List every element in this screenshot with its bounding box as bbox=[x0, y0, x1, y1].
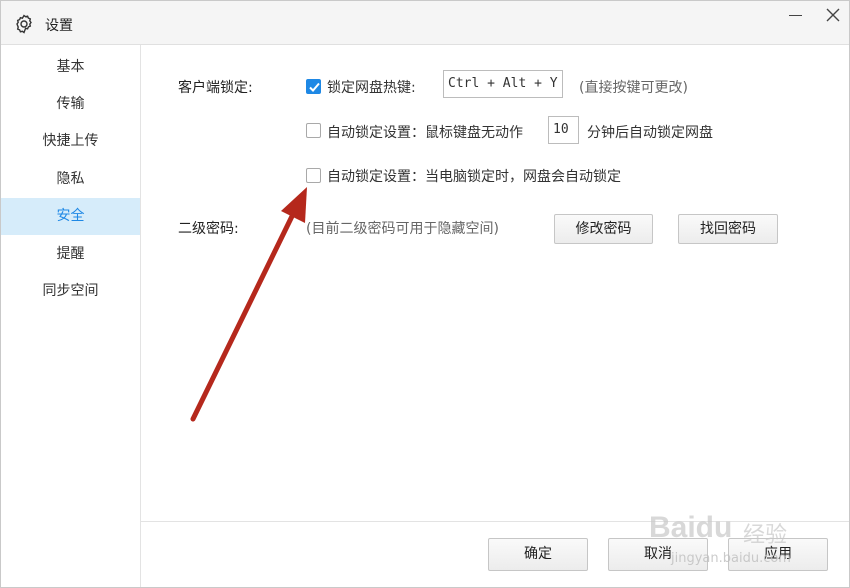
secondary-password-label: 二级密码: bbox=[178, 221, 239, 237]
recover-password-button[interactable]: 找回密码 bbox=[678, 214, 778, 244]
hotkey-label: 锁定网盘热键: bbox=[327, 80, 416, 96]
idle-lock-suffix: 分钟后自动锁定网盘 bbox=[587, 125, 713, 141]
apply-button[interactable]: 应用 bbox=[728, 538, 828, 571]
idle-minutes-input[interactable]: 10 bbox=[548, 116, 579, 144]
hotkey-hint: (直接按键可更改) bbox=[579, 80, 688, 96]
hotkey-input[interactable]: Ctrl + Alt + Y bbox=[443, 70, 563, 98]
gear-icon bbox=[14, 14, 34, 34]
close-icon[interactable] bbox=[821, 5, 845, 27]
idle-lock-prefix: 自动锁定设置：鼠标键盘无动作 bbox=[327, 125, 523, 141]
minimize-button[interactable] bbox=[783, 5, 807, 27]
cancel-button[interactable]: 取消 bbox=[608, 538, 708, 571]
sidebar-item-sync-space[interactable]: 同步空间 bbox=[1, 273, 140, 310]
secondary-password-note: (目前二级密码可用于隐藏空间) bbox=[306, 221, 499, 237]
settings-window: 设置 基本 传输 快捷上传 隐私 安全 提醒 同步空间 客户端锁定: 锁定网盘热… bbox=[0, 0, 850, 588]
sidebar-item-quick-upload[interactable]: 快捷上传 bbox=[1, 123, 140, 160]
client-lock-label: 客户端锁定: bbox=[178, 80, 253, 96]
sidebar: 基本 传输 快捷上传 隐私 安全 提醒 同步空间 bbox=[1, 45, 141, 587]
idle-lock-checkbox[interactable] bbox=[306, 123, 321, 138]
window-title: 设置 bbox=[45, 18, 73, 34]
sidebar-item-reminder[interactable]: 提醒 bbox=[1, 236, 140, 273]
ok-button[interactable]: 确定 bbox=[488, 538, 588, 571]
sidebar-item-basic[interactable]: 基本 bbox=[1, 49, 140, 86]
sidebar-item-privacy[interactable]: 隐私 bbox=[1, 161, 140, 198]
hotkey-checkbox[interactable] bbox=[306, 79, 321, 94]
dialog-footer: 确定 取消 应用 bbox=[141, 521, 849, 587]
sidebar-item-security[interactable]: 安全 bbox=[1, 198, 140, 235]
checkmark-icon bbox=[309, 82, 320, 92]
pc-lock-checkbox[interactable] bbox=[306, 168, 321, 183]
sidebar-item-transfer[interactable]: 传输 bbox=[1, 86, 140, 123]
change-password-button[interactable]: 修改密码 bbox=[554, 214, 653, 244]
pc-lock-label: 自动锁定设置：当电脑锁定时，网盘会自动锁定 bbox=[327, 169, 621, 185]
title-bar: 设置 bbox=[1, 1, 849, 45]
security-panel: 客户端锁定: 锁定网盘热键: Ctrl + Alt + Y (直接按键可更改) … bbox=[141, 45, 849, 521]
